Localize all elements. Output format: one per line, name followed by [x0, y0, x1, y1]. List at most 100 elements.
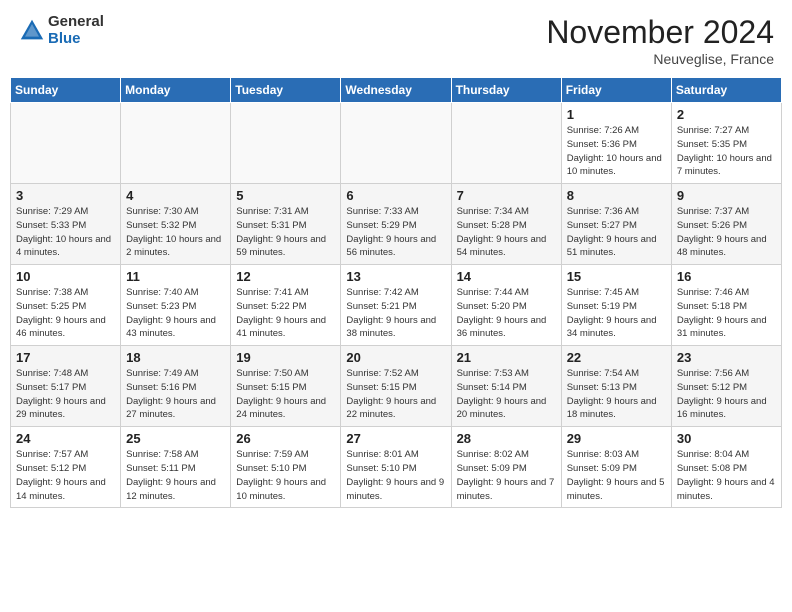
- calendar-header-row: SundayMondayTuesdayWednesdayThursdayFrid…: [11, 78, 782, 103]
- day-number: 27: [346, 431, 445, 446]
- day-number: 5: [236, 188, 335, 203]
- day-info: Sunrise: 7:31 AM Sunset: 5:31 PM Dayligh…: [236, 205, 335, 260]
- logo: General Blue: [18, 14, 104, 47]
- day-info: Sunrise: 7:26 AM Sunset: 5:36 PM Dayligh…: [567, 124, 666, 179]
- day-info: Sunrise: 7:48 AM Sunset: 5:17 PM Dayligh…: [16, 367, 115, 422]
- day-number: 17: [16, 350, 115, 365]
- day-number: 8: [567, 188, 666, 203]
- calendar-cell: 9Sunrise: 7:37 AM Sunset: 5:26 PM Daylig…: [671, 184, 781, 265]
- calendar-header-saturday: Saturday: [671, 78, 781, 103]
- calendar-cell: 2 Sunrise: 7:27 AM Sunset: 5:35 PM Daylig…: [671, 103, 781, 184]
- calendar-cell: 15Sunrise: 7:45 AM Sunset: 5:19 PM Dayli…: [561, 265, 671, 346]
- day-info: Sunrise: 8:04 AM Sunset: 5:08 PM Dayligh…: [677, 448, 776, 503]
- calendar-cell: 17 Sunrise: 7:48 AM Sunset: 5:17 PM Dayli…: [11, 346, 121, 427]
- calendar-cell: 26Sunrise: 7:59 AM Sunset: 5:10 PM Dayli…: [231, 427, 341, 508]
- calendar-header-thursday: Thursday: [451, 78, 561, 103]
- calendar-header-wednesday: Wednesday: [341, 78, 451, 103]
- calendar-cell: 6 Sunrise: 7:33 AM Sunset: 5:29 PM Daylig…: [341, 184, 451, 265]
- calendar-cell: 22Sunrise: 7:54 AM Sunset: 5:13 PM Dayli…: [561, 346, 671, 427]
- day-info: Sunrise: 7:50 AM Sunset: 5:15 PM Dayligh…: [236, 367, 335, 422]
- calendar-cell: 3 Sunrise: 7:29 AM Sunset: 5:33 PM Daylig…: [11, 184, 121, 265]
- day-number: 7: [457, 188, 556, 203]
- calendar-cell: 16 Sunrise: 7:46 AM Sunset: 5:18 PM Dayli…: [671, 265, 781, 346]
- day-number: 21: [457, 350, 556, 365]
- day-info: Sunrise: 7:38 AM Sunset: 5:25 PM Dayligh…: [16, 286, 115, 341]
- day-info: Sunrise: 7:57 AM Sunset: 5:12 PM Dayligh…: [16, 448, 115, 503]
- day-info: Sunrise: 8:01 AM Sunset: 5:10 PM Dayligh…: [346, 448, 445, 503]
- day-number: 6: [346, 188, 445, 203]
- day-number: 13: [346, 269, 445, 284]
- calendar-cell: 25 Sunrise: 7:58 AM Sunset: 5:11 PM Dayli…: [121, 427, 231, 508]
- day-number: 9: [677, 188, 776, 203]
- logo-blue-text: Blue: [48, 31, 104, 48]
- calendar-header-friday: Friday: [561, 78, 671, 103]
- day-info: Sunrise: 7:46 AM Sunset: 5:18 PM Dayligh…: [677, 286, 776, 341]
- calendar-cell: 8 Sunrise: 7:36 AM Sunset: 5:27 PM Daylig…: [561, 184, 671, 265]
- day-number: 12: [236, 269, 335, 284]
- day-info: Sunrise: 7:53 AM Sunset: 5:14 PM Dayligh…: [457, 367, 556, 422]
- calendar-cell: [231, 103, 341, 184]
- calendar-cell: 28 Sunrise: 8:02 AM Sunset: 5:09 PM Dayli…: [451, 427, 561, 508]
- calendar-cell: 5 Sunrise: 7:31 AM Sunset: 5:31 PM Daylig…: [231, 184, 341, 265]
- day-info: Sunrise: 7:58 AM Sunset: 5:11 PM Dayligh…: [126, 448, 225, 503]
- day-number: 16: [677, 269, 776, 284]
- day-info: Sunrise: 7:44 AM Sunset: 5:20 PM Dayligh…: [457, 286, 556, 341]
- calendar-week-row: 1Sunrise: 7:26 AM Sunset: 5:36 PM Daylig…: [11, 103, 782, 184]
- calendar-cell: 27 Sunrise: 8:01 AM Sunset: 5:10 PM Dayli…: [341, 427, 451, 508]
- calendar-header-tuesday: Tuesday: [231, 78, 341, 103]
- calendar-cell: 19 Sunrise: 7:50 AM Sunset: 5:15 PM Dayli…: [231, 346, 341, 427]
- day-info: Sunrise: 7:40 AM Sunset: 5:23 PM Dayligh…: [126, 286, 225, 341]
- logo-icon: [18, 17, 46, 45]
- title-block: November 2024 Neuveglise, France: [546, 14, 774, 67]
- calendar-cell: 24 Sunrise: 7:57 AM Sunset: 5:12 PM Dayli…: [11, 427, 121, 508]
- day-info: Sunrise: 7:56 AM Sunset: 5:12 PM Dayligh…: [677, 367, 776, 422]
- day-info: Sunrise: 7:30 AM Sunset: 5:32 PM Dayligh…: [126, 205, 225, 260]
- calendar-cell: 11 Sunrise: 7:40 AM Sunset: 5:23 PM Dayli…: [121, 265, 231, 346]
- calendar-cell: 30Sunrise: 8:04 AM Sunset: 5:08 PM Dayli…: [671, 427, 781, 508]
- calendar-cell: 29 Sunrise: 8:03 AM Sunset: 5:09 PM Dayli…: [561, 427, 671, 508]
- day-info: Sunrise: 8:03 AM Sunset: 5:09 PM Dayligh…: [567, 448, 666, 503]
- day-info: Sunrise: 7:29 AM Sunset: 5:33 PM Dayligh…: [16, 205, 115, 260]
- day-number: 2: [677, 107, 776, 122]
- calendar-week-row: 10 Sunrise: 7:38 AM Sunset: 5:25 PM Dayli…: [11, 265, 782, 346]
- day-number: 24: [16, 431, 115, 446]
- calendar-cell: 13Sunrise: 7:42 AM Sunset: 5:21 PM Dayli…: [341, 265, 451, 346]
- day-info: Sunrise: 7:27 AM Sunset: 5:35 PM Dayligh…: [677, 124, 776, 179]
- day-number: 3: [16, 188, 115, 203]
- day-number: 29: [567, 431, 666, 446]
- calendar-cell: 1Sunrise: 7:26 AM Sunset: 5:36 PM Daylig…: [561, 103, 671, 184]
- calendar-header-sunday: Sunday: [11, 78, 121, 103]
- calendar-cell: 4 Sunrise: 7:30 AM Sunset: 5:32 PM Daylig…: [121, 184, 231, 265]
- logo-general-text: General: [48, 14, 104, 31]
- day-number: 23: [677, 350, 776, 365]
- calendar-cell: 14Sunrise: 7:44 AM Sunset: 5:20 PM Dayli…: [451, 265, 561, 346]
- calendar-cell: [11, 103, 121, 184]
- calendar-cell: [121, 103, 231, 184]
- calendar-cell: 18Sunrise: 7:49 AM Sunset: 5:16 PM Dayli…: [121, 346, 231, 427]
- day-number: 28: [457, 431, 556, 446]
- day-info: Sunrise: 7:52 AM Sunset: 5:15 PM Dayligh…: [346, 367, 445, 422]
- day-number: 10: [16, 269, 115, 284]
- day-info: Sunrise: 7:36 AM Sunset: 5:27 PM Dayligh…: [567, 205, 666, 260]
- location-subtitle: Neuveglise, France: [546, 51, 774, 67]
- calendar-cell: 20 Sunrise: 7:52 AM Sunset: 5:15 PM Dayli…: [341, 346, 451, 427]
- calendar-cell: 21 Sunrise: 7:53 AM Sunset: 5:14 PM Dayli…: [451, 346, 561, 427]
- day-info: Sunrise: 7:49 AM Sunset: 5:16 PM Dayligh…: [126, 367, 225, 422]
- day-info: Sunrise: 7:54 AM Sunset: 5:13 PM Dayligh…: [567, 367, 666, 422]
- calendar-week-row: 3 Sunrise: 7:29 AM Sunset: 5:33 PM Daylig…: [11, 184, 782, 265]
- day-number: 4: [126, 188, 225, 203]
- day-info: Sunrise: 8:02 AM Sunset: 5:09 PM Dayligh…: [457, 448, 556, 503]
- day-info: Sunrise: 7:33 AM Sunset: 5:29 PM Dayligh…: [346, 205, 445, 260]
- day-number: 15: [567, 269, 666, 284]
- day-number: 25: [126, 431, 225, 446]
- calendar-cell: 10 Sunrise: 7:38 AM Sunset: 5:25 PM Dayli…: [11, 265, 121, 346]
- day-number: 20: [346, 350, 445, 365]
- page-header: General Blue November 2024 Neuveglise, F…: [10, 10, 782, 71]
- day-info: Sunrise: 7:34 AM Sunset: 5:28 PM Dayligh…: [457, 205, 556, 260]
- calendar-week-row: 24 Sunrise: 7:57 AM Sunset: 5:12 PM Dayli…: [11, 427, 782, 508]
- day-number: 19: [236, 350, 335, 365]
- month-title: November 2024: [546, 14, 774, 51]
- calendar-cell: [451, 103, 561, 184]
- day-number: 11: [126, 269, 225, 284]
- day-number: 26: [236, 431, 335, 446]
